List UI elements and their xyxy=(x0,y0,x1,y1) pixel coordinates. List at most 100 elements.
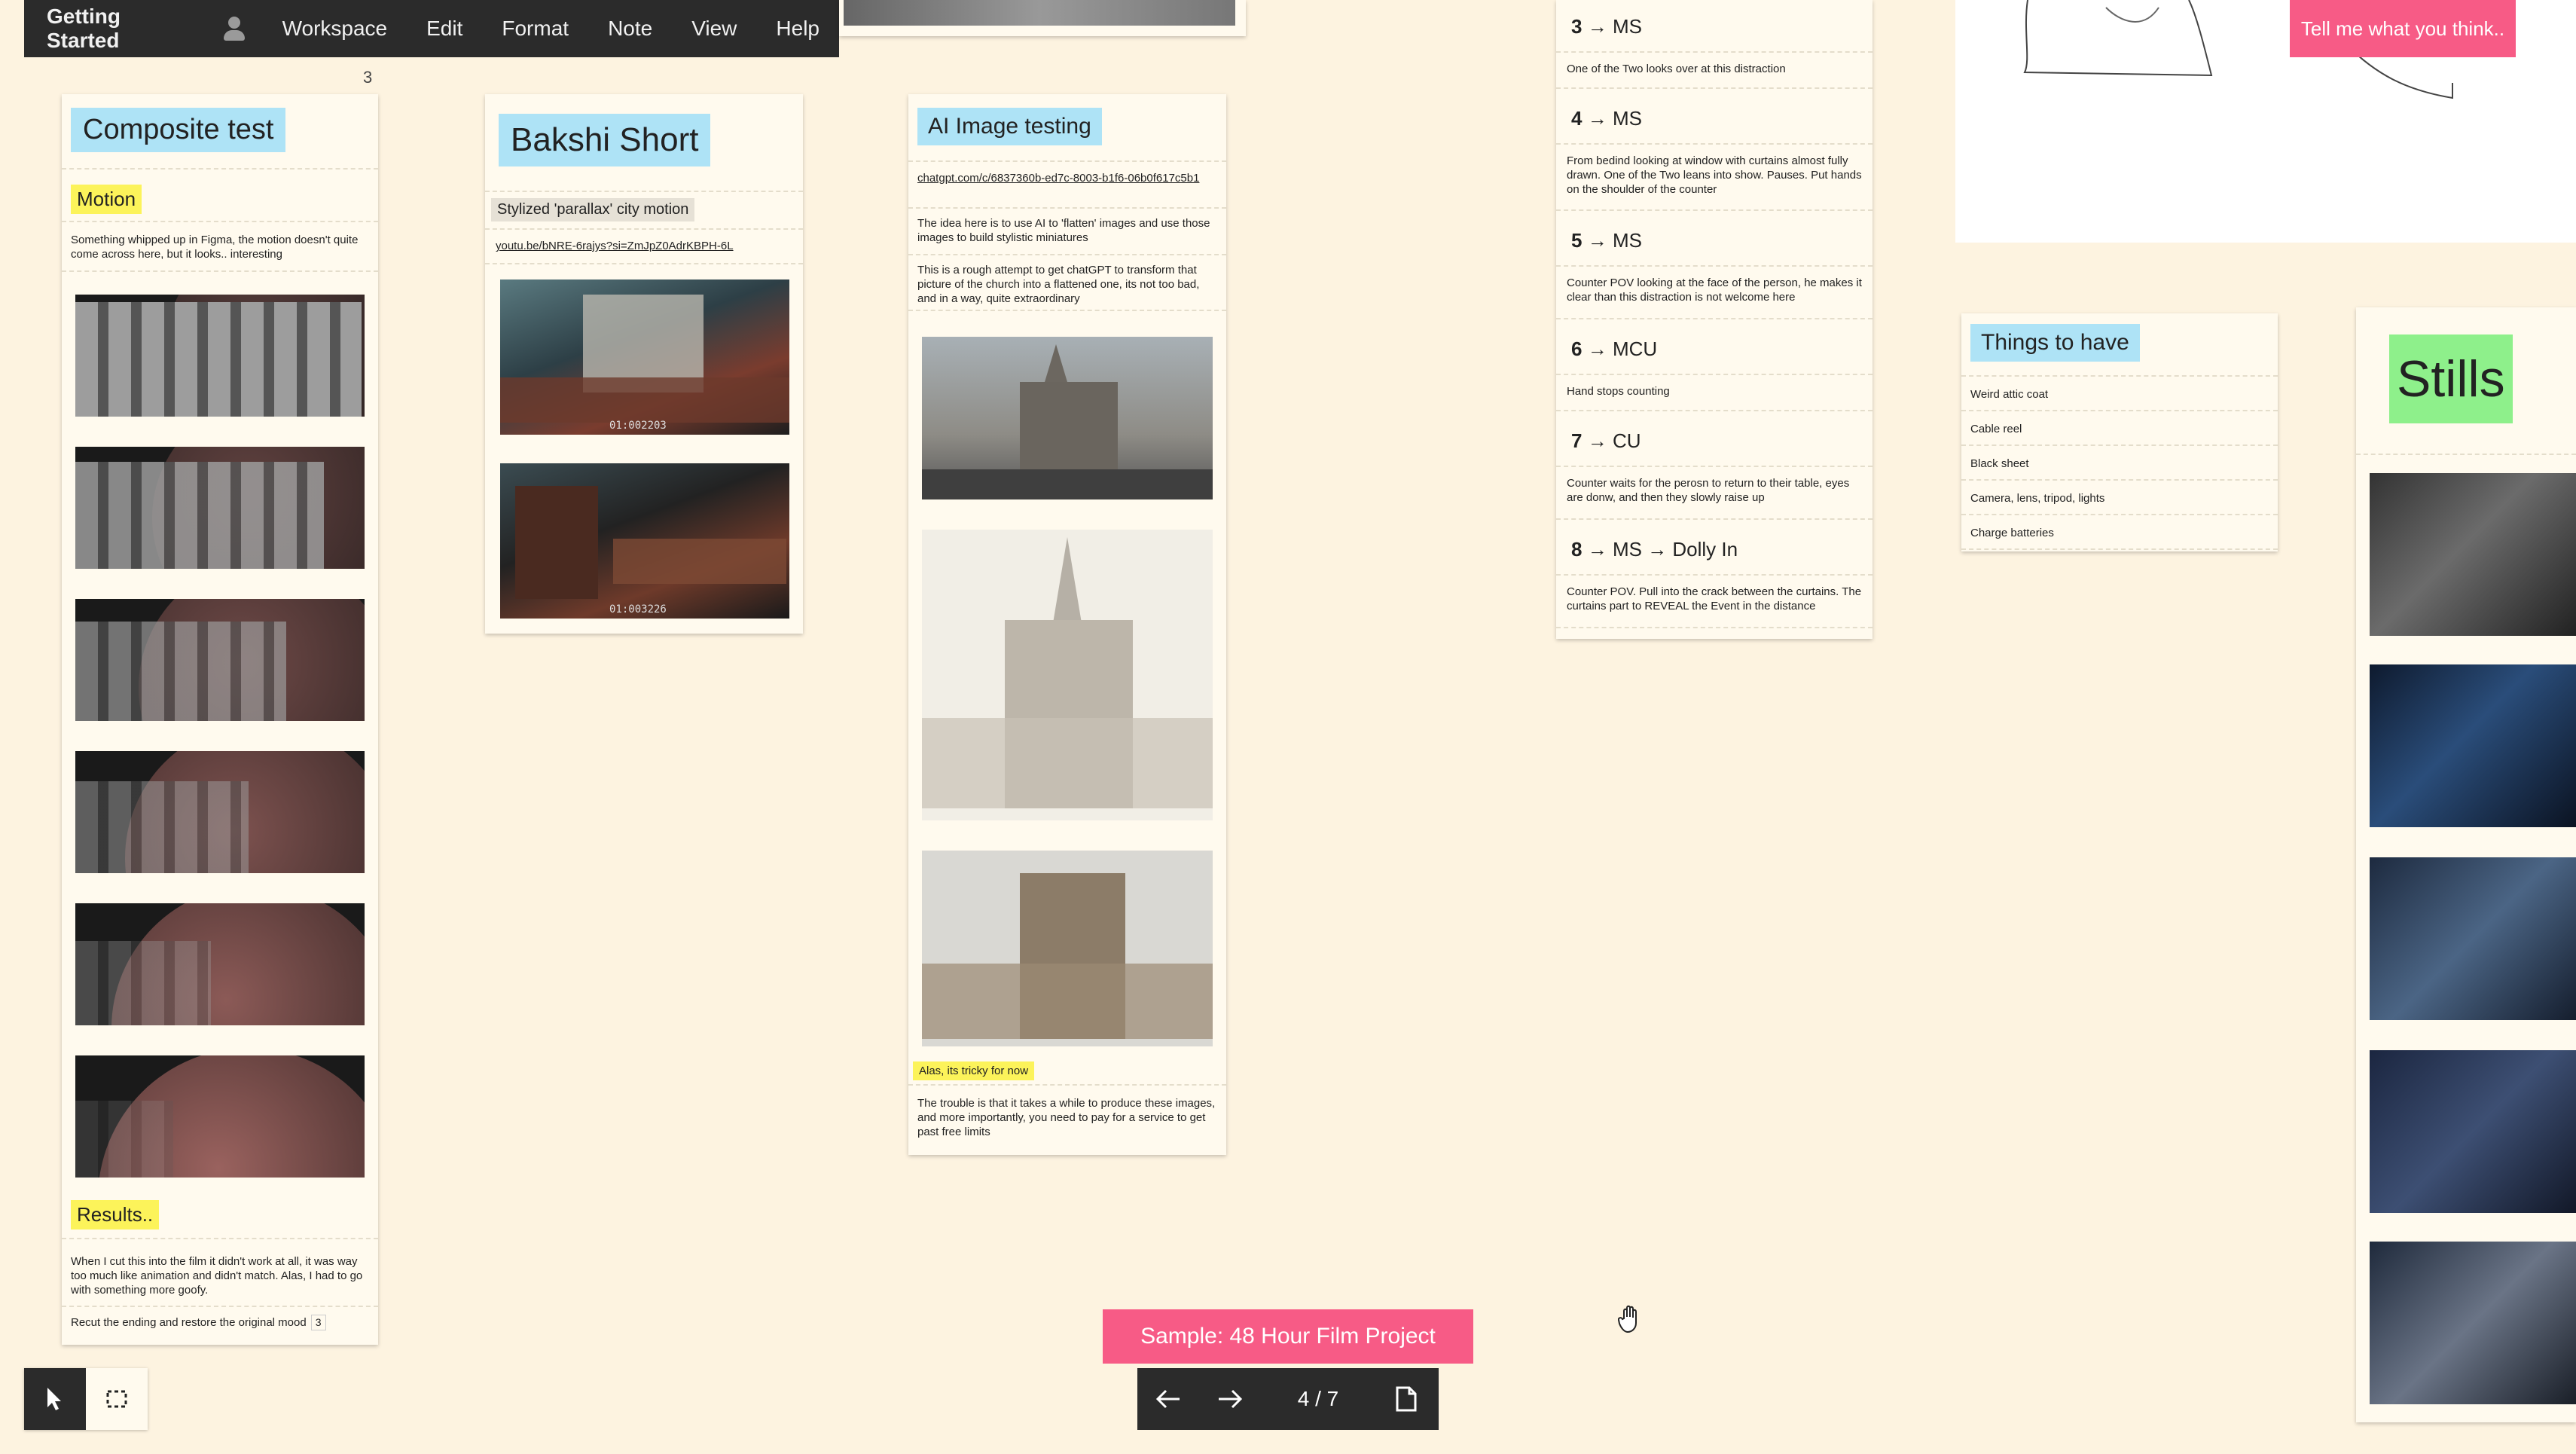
arrow-right-icon xyxy=(1219,1389,1243,1409)
ai-image-testing-card[interactable]: AI Image testing chatgpt.com/c/6837360b-… xyxy=(908,94,1226,1155)
church-photo[interactable] xyxy=(922,337,1213,499)
marquee-select-icon xyxy=(106,1390,127,1408)
task-text: Recut the ending and restore the origina… xyxy=(71,1316,307,1329)
arrow: → xyxy=(1587,107,1607,130)
still-frame-3[interactable] xyxy=(2370,857,2576,1020)
shot-type: MS xyxy=(1612,229,1642,252)
shot-heading[interactable]: 4 → MS xyxy=(1556,89,1872,145)
bakshi-frame-2[interactable]: 01:003226 xyxy=(500,463,789,619)
stills-card[interactable]: Stills xyxy=(2356,307,2576,1422)
shot-type: MS xyxy=(1612,15,1642,38)
arrow-left-icon xyxy=(1155,1389,1180,1409)
card-title: Stills xyxy=(2389,334,2513,423)
task-count-badge: 3 xyxy=(310,1315,326,1330)
bakshi-tag: Stylized 'parallax' city motion xyxy=(491,198,695,221)
feedback-button[interactable]: Tell me what you think.. xyxy=(2290,0,2516,57)
bakshi-link[interactable]: youtu.be/bNRE-6rajys?si=ZmJpZ0AdrKBPH-6L xyxy=(485,230,803,264)
composite-frame-5[interactable] xyxy=(75,903,365,1025)
things-list-item[interactable]: Weird attic coat xyxy=(1961,377,2278,411)
shot-number: 3 xyxy=(1571,15,1583,38)
corner-count: 3 xyxy=(363,68,373,87)
shot-list-card[interactable]: 3 → MS One of the Two looks over at this … xyxy=(1556,0,1872,639)
shot-type: MS → Dolly In xyxy=(1612,538,1738,561)
arrow: → xyxy=(1587,229,1607,252)
motion-tag: Motion xyxy=(71,185,142,214)
still-frame-2[interactable] xyxy=(2370,664,2576,827)
ai-text-1: The idea here is to use AI to 'flatten' … xyxy=(908,209,1226,255)
shot-number: 6 xyxy=(1571,338,1583,360)
shot-number: 8 xyxy=(1571,538,1583,561)
results-text: When I cut this into the film it didn't … xyxy=(62,1245,378,1307)
page-indicator: 4 / 7 xyxy=(1297,1387,1339,1410)
cursor-icon xyxy=(47,1388,61,1410)
user-icon[interactable] xyxy=(221,15,246,42)
things-list-item[interactable]: Camera, lens, tripod, lights xyxy=(1961,481,2278,515)
church-ai-flat-2[interactable] xyxy=(922,851,1213,1046)
motion-text: Something whipped up in Figma, the motio… xyxy=(62,222,378,272)
ai-note-tag: Alas, its tricky for now xyxy=(913,1061,1035,1080)
church-ai-flat-1[interactable] xyxy=(922,530,1213,820)
select-tool-button[interactable] xyxy=(24,1368,86,1430)
page-icon xyxy=(1396,1386,1417,1412)
arrow: → xyxy=(1587,429,1607,452)
menu-item-workspace[interactable]: Workspace xyxy=(263,17,407,41)
card-title: Composite test xyxy=(71,108,286,152)
tool-palette xyxy=(24,1368,148,1430)
still-frame-4[interactable] xyxy=(2370,1050,2576,1213)
partial-image xyxy=(844,0,1235,26)
composite-frame-1[interactable] xyxy=(75,295,365,417)
shot-number: 4 xyxy=(1571,107,1583,130)
bakshi-short-card[interactable]: Bakshi Short Stylized 'parallax' city mo… xyxy=(485,94,803,634)
menu-item-edit[interactable]: Edit xyxy=(407,17,482,41)
card-title: Things to have xyxy=(1970,324,2140,362)
composite-test-card[interactable]: Composite test Motion Something whipped … xyxy=(62,94,378,1345)
things-list-item[interactable]: Black sheet xyxy=(1961,446,2278,481)
prev-slide-button[interactable] xyxy=(1137,1368,1199,1430)
ai-text-3: The trouble is that it takes a while to … xyxy=(917,1097,1216,1138)
things-list-item[interactable]: Cable reel xyxy=(1961,411,2278,446)
composite-frame-4[interactable] xyxy=(75,751,365,873)
shot-heading[interactable]: 3 → MS xyxy=(1556,0,1872,53)
timecode: 01:002203 xyxy=(609,420,667,432)
partial-image-card[interactable] xyxy=(839,0,1246,36)
composite-frame-3[interactable] xyxy=(75,599,365,721)
chatgpt-link[interactable]: chatgpt.com/c/6837360b-ed7c-8003-b1f6-06… xyxy=(908,162,1226,209)
shot-heading[interactable]: 5 → MS xyxy=(1556,211,1872,267)
shot-number: 7 xyxy=(1571,429,1583,452)
shot-heading[interactable]: 6 → MCU xyxy=(1556,319,1872,375)
marquee-tool-button[interactable] xyxy=(86,1368,148,1430)
hand-cursor-icon xyxy=(1618,1305,1637,1333)
arrow: → xyxy=(1587,338,1607,360)
composite-frame-6[interactable] xyxy=(75,1055,365,1178)
shot-description: From bedind looking at window with curta… xyxy=(1556,145,1872,211)
shot-description: One of the Two looks over at this distra… xyxy=(1556,53,1872,89)
menu-item-help[interactable]: Help xyxy=(756,17,839,41)
things-to-have-card[interactable]: Things to have Weird attic coat Cable ree… xyxy=(1961,313,2278,551)
shot-description: Counter POV looking at the face of the p… xyxy=(1556,267,1872,319)
composite-frame-2[interactable] xyxy=(75,447,365,569)
ai-text-2: This is a rough attempt to get chatGPT t… xyxy=(908,255,1226,311)
page-button[interactable] xyxy=(1375,1368,1437,1430)
shot-type: CU xyxy=(1612,429,1641,452)
menu-item-view[interactable]: View xyxy=(672,17,756,41)
results-tag: Results.. xyxy=(71,1200,160,1229)
menu-bar: Getting Started Workspace Edit Format No… xyxy=(24,0,839,57)
things-list-item[interactable]: Charge batteries xyxy=(1961,515,2278,550)
still-frame-5[interactable] xyxy=(2370,1242,2576,1404)
menu-title[interactable]: Getting Started xyxy=(24,5,205,53)
card-title: AI Image testing xyxy=(917,108,1102,145)
task-item[interactable]: Recut the ending and restore the origina… xyxy=(71,1315,326,1330)
card-title: Bakshi Short xyxy=(499,114,711,166)
shot-type: MCU xyxy=(1612,338,1658,360)
arrow: → xyxy=(1587,15,1607,38)
presentation-title-button[interactable]: Sample: 48 Hour Film Project xyxy=(1103,1309,1473,1364)
timecode: 01:003226 xyxy=(609,603,667,616)
shot-heading[interactable]: 8 → MS → Dolly In xyxy=(1556,520,1872,576)
next-slide-button[interactable] xyxy=(1199,1368,1261,1430)
menu-item-note[interactable]: Note xyxy=(588,17,672,41)
menu-item-format[interactable]: Format xyxy=(482,17,588,41)
shot-type: MS xyxy=(1612,107,1642,130)
shot-heading[interactable]: 7 → CU xyxy=(1556,411,1872,467)
still-frame-1[interactable] xyxy=(2370,473,2576,636)
bakshi-frame-1[interactable]: 01:002203 xyxy=(500,279,789,435)
